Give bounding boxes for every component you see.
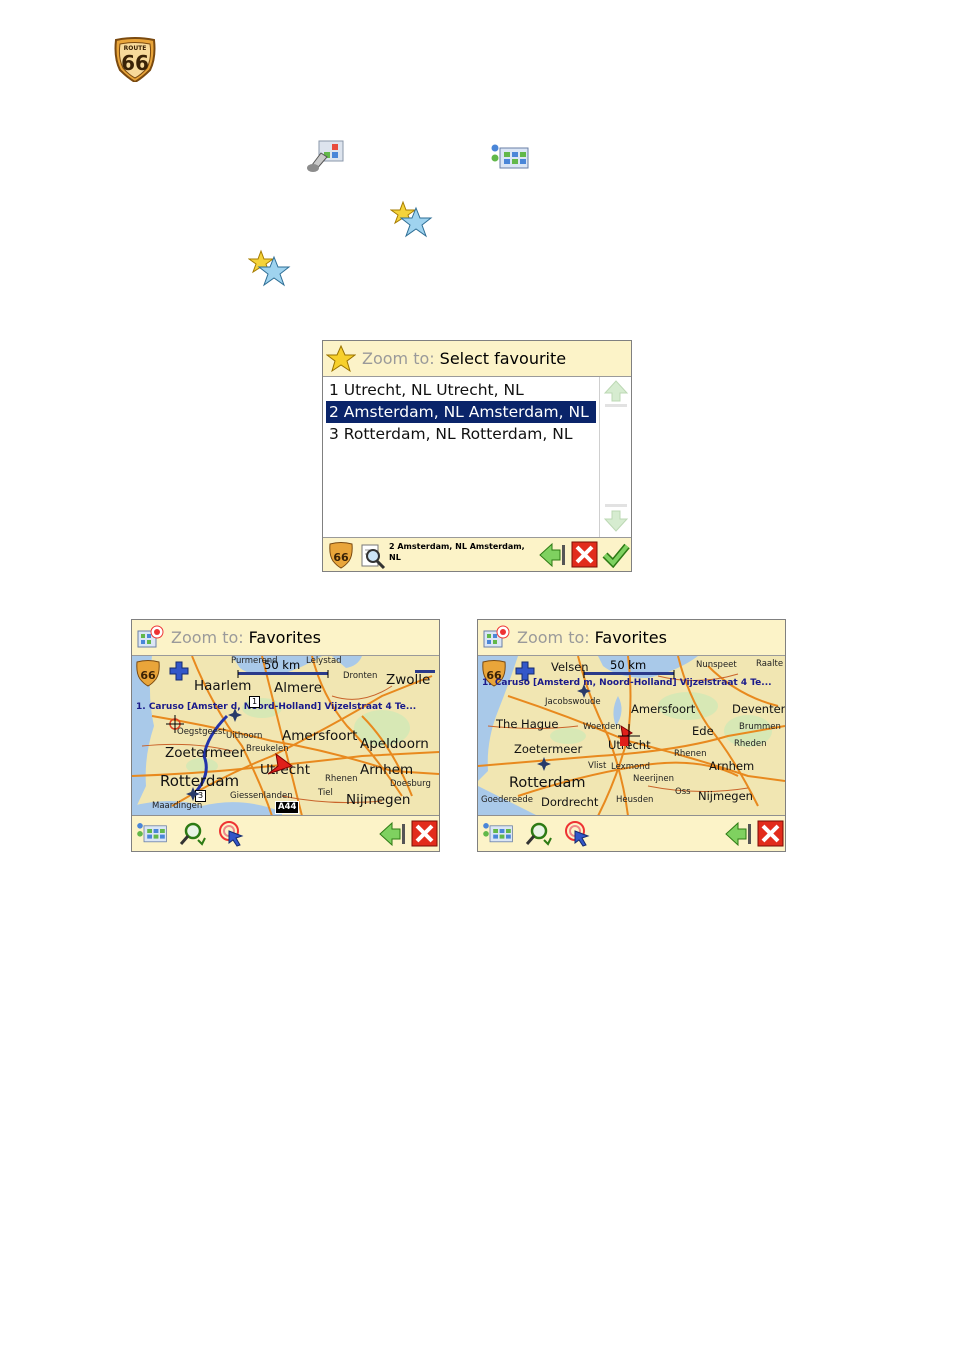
place-label: Brummen [739,722,781,732]
search-document-icon[interactable] [359,542,387,574]
route66-icon[interactable]: 66 [327,541,355,573]
close-icon[interactable] [571,541,598,572]
place-label: Heusden [616,795,654,805]
map-title: Favorites [594,628,667,647]
map-title: Favorites [248,628,321,647]
city-label: Amersfoort [631,702,696,716]
svg-text:66: 66 [140,669,156,682]
list-item[interactable]: 3 Rotterdam, NL Rotterdam, NL [326,423,596,445]
map-toolbar [478,817,785,851]
place-label: Rheden [734,739,767,749]
place-label: Raalte [756,659,784,669]
waypoint-marker: 1 [249,696,260,708]
scroll-down-arrow-icon[interactable] [603,503,629,537]
map-title-prefix: Zoom to: [517,628,590,647]
city-label: Zwolle [386,672,431,688]
map-view[interactable]: 66 50 km Purmerend Lelystad Dronten Zwol… [132,656,439,816]
list-scrollbar[interactable] [599,377,631,537]
zoom-magnifier-icon[interactable] [524,820,552,852]
map-target-icon [135,623,165,653]
place-label: Neerijnen [633,774,675,784]
map-view[interactable]: 66 50 km Velsen Nunspeet Raalte 1. Carus… [478,656,785,816]
star-icon [325,344,357,374]
place-label: Vlist [588,761,607,771]
scale-label: 50 km [610,658,647,672]
back-arrow-icon[interactable] [724,821,754,851]
favourites-list: 1 Utrecht, NL Utrecht, NL 2 Amsterdam, N… [323,377,599,537]
place-label: Maardingen [152,801,203,811]
menu-grid-icon[interactable] [482,821,514,849]
city-label: The Hague [496,717,559,731]
place-label: Nunspeet [696,660,737,670]
map-window-left: Zoom to: Favorites 66 50 km Purmerend Le… [131,619,440,852]
city-label: Velsen [551,660,589,674]
place-label: Jacobswoude [545,697,601,707]
place-label: Dronten [343,671,378,681]
place-label: Oegstgeest [177,727,226,737]
back-arrow-icon[interactable] [378,821,408,851]
menu-grid-icon[interactable] [136,821,168,849]
city-label: Zoetermeer [165,745,246,761]
favourites-stars-icon [389,200,434,246]
back-arrow-icon[interactable] [538,542,568,572]
dialog-title: Select favourite [439,349,567,368]
place-label: Lexmond [611,762,650,772]
city-label: Ede [692,724,714,738]
place-label: Purmerend [231,656,278,666]
city-label: Nijmegen [346,792,411,808]
svg-text:66: 66 [333,551,349,564]
place-label: Goedereede [481,795,534,805]
map-title-bar: Zoom to: Favorites [132,620,439,656]
place-label: Uithoorn [226,731,263,741]
city-label: Almere [274,680,323,696]
map-title-bar: Zoom to: Favorites [478,620,785,656]
route-instruction-text: 1. Caruso [Amsterd m, Noord-Holland] Vij… [482,678,772,688]
city-label: Haarlem [194,678,252,694]
dialog-status-bar: 66 2 Amsterdam, NL Amsterdam, NL [323,537,631,571]
map-toolbar [132,817,439,851]
close-icon[interactable] [757,820,784,851]
place-label: Tiel [318,788,333,798]
city-label: Rotterdam [509,775,586,791]
target-pointer-icon[interactable] [218,820,246,852]
city-label: Dordrecht [541,795,599,809]
city-label: Zoetermeer [514,742,583,756]
scroll-up-arrow-icon[interactable] [603,379,629,413]
logo-number-text: 66 [121,51,149,75]
map-window-right: Zoom to: Favorites 66 50 km Velsen Nunsp… [477,619,786,852]
road-shield: A44 [275,801,300,814]
place-label: Giessenlanden [230,791,293,801]
place-label: Woerden [583,722,621,732]
route66-logo: ROUTE 66 [112,36,158,84]
confirm-check-icon[interactable] [602,541,630,572]
city-label: Amersfoort [282,728,358,744]
city-label: Nijmegen [698,789,753,803]
select-favourite-dialog: Zoom to: Select favourite 1 Utrecht, NL … [322,340,632,572]
place-label: Rhenen [674,749,707,759]
place-label: Lelystad [306,656,342,666]
dialog-title-bar: Zoom to: Select favourite [323,341,631,377]
settings-brush-icon [305,139,345,177]
map-target-icon [481,623,511,653]
city-label: Arnhem [360,762,414,778]
city-label: Arnhem [709,759,755,773]
list-item[interactable]: 1 Utrecht, NL Utrecht, NL [326,379,596,401]
place-label: Rhenen [325,774,358,784]
favourites-stars-icon [247,249,292,295]
menu-grid-icon [490,142,530,176]
route-instruction-text: 1. Caruso [Amster d, Noord-Holland] Vijz… [136,702,417,712]
target-pointer-icon[interactable] [564,820,592,852]
place-label: Oss [675,787,691,797]
city-label: Deventer [732,702,785,716]
status-text: 2 Amsterdam, NL Amsterdam, NL [389,542,525,562]
place-label: Doesburg [390,779,431,789]
list-item-selected[interactable]: 2 Amsterdam, NL Amsterdam, NL [326,401,596,423]
map-title-prefix: Zoom to: [171,628,244,647]
dialog-title-prefix: Zoom to: [362,349,435,368]
close-icon[interactable] [411,820,438,851]
zoom-magnifier-icon[interactable] [178,820,206,852]
city-label: Apeldoorn [360,736,429,752]
